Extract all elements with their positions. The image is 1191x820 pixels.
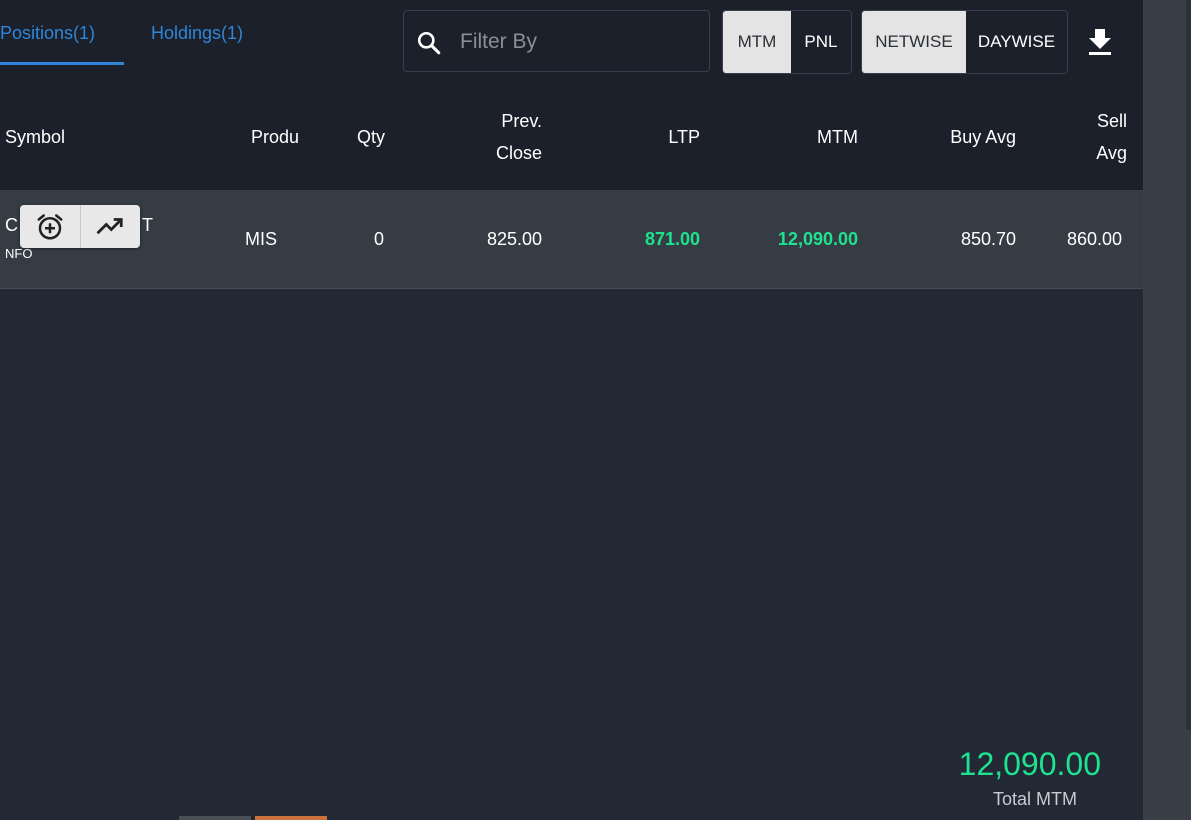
app-window: Positions(1) Holdings(1) MTM PNL NETWISE… bbox=[0, 0, 1191, 820]
mtm-toggle-button[interactable]: MTM bbox=[723, 11, 791, 73]
total-mtm-value: 12,090.00 bbox=[958, 746, 1101, 782]
bottom-tab-indicator[interactable] bbox=[179, 816, 251, 820]
header-symbol[interactable]: Symbol bbox=[5, 121, 65, 153]
cell-product: MIS bbox=[245, 229, 278, 249]
table-header: Symbol Produ Qty Prev. Close LTP MTM Buy… bbox=[0, 84, 1143, 191]
add-alert-button[interactable] bbox=[20, 205, 80, 248]
daywise-toggle-button[interactable]: DAYWISE bbox=[965, 11, 1067, 73]
filter-box[interactable] bbox=[403, 10, 710, 72]
header-qty[interactable]: Qty bbox=[357, 121, 385, 153]
table-row[interactable]: C T NFO MIS 0 825.00 871.00 12,090.00 850… bbox=[0, 191, 1143, 289]
total-mtm-label: Total MTM bbox=[992, 789, 1077, 809]
header-mtm[interactable]: MTM bbox=[758, 121, 858, 153]
toolbar: Positions(1) Holdings(1) MTM PNL NETWISE… bbox=[0, 0, 1143, 84]
download-button[interactable] bbox=[1086, 26, 1114, 58]
symbol-exchange: NFO bbox=[5, 246, 33, 261]
header-prev-close-line1[interactable]: Prev. bbox=[442, 105, 542, 137]
cell-buy-avg: 850.70 bbox=[960, 229, 1016, 249]
header-product[interactable]: Produ bbox=[251, 121, 299, 153]
pnl-toggle-button[interactable]: PNL bbox=[790, 11, 851, 73]
tab-positions[interactable]: Positions(1) bbox=[0, 20, 95, 46]
netwise-toggle-button[interactable]: NETWISE bbox=[862, 11, 966, 73]
view-toggle: NETWISE DAYWISE bbox=[861, 10, 1068, 74]
cell-prev-close: 825.00 bbox=[486, 229, 542, 249]
trending-up-icon bbox=[96, 217, 123, 234]
search-icon bbox=[417, 31, 441, 55]
symbol-name-end: T bbox=[142, 215, 153, 235]
active-tab-indicator bbox=[0, 62, 124, 65]
alarm-add-icon bbox=[37, 213, 63, 239]
header-sell-avg-line2[interactable]: Avg bbox=[1027, 137, 1127, 169]
header-prev-close-line2[interactable]: Close bbox=[442, 137, 542, 169]
cell-sell-avg: 860.00 bbox=[1066, 229, 1122, 249]
scrollbar-track-edge bbox=[1186, 0, 1191, 730]
cell-ltp: 871.00 bbox=[644, 229, 700, 249]
header-sell-avg-line1[interactable]: Sell bbox=[1027, 105, 1127, 137]
tab-holdings[interactable]: Holdings(1) bbox=[151, 20, 243, 46]
cell-qty: 0 bbox=[373, 229, 384, 249]
download-icon bbox=[1089, 29, 1111, 55]
filter-input[interactable] bbox=[460, 25, 700, 59]
header-ltp[interactable]: LTP bbox=[600, 121, 700, 153]
positions-panel: Positions(1) Holdings(1) MTM PNL NETWISE… bbox=[0, 0, 1143, 820]
cell-mtm: 12,090.00 bbox=[777, 229, 858, 249]
mode-toggle: MTM PNL bbox=[722, 10, 852, 74]
header-buy-avg[interactable]: Buy Avg bbox=[916, 121, 1016, 153]
symbol-name-start: C bbox=[5, 215, 18, 235]
open-chart-button[interactable] bbox=[79, 205, 141, 248]
bottom-tab-indicator-active[interactable] bbox=[255, 816, 327, 820]
scrollbar[interactable] bbox=[1143, 0, 1191, 820]
row-actions-popover bbox=[20, 205, 140, 248]
